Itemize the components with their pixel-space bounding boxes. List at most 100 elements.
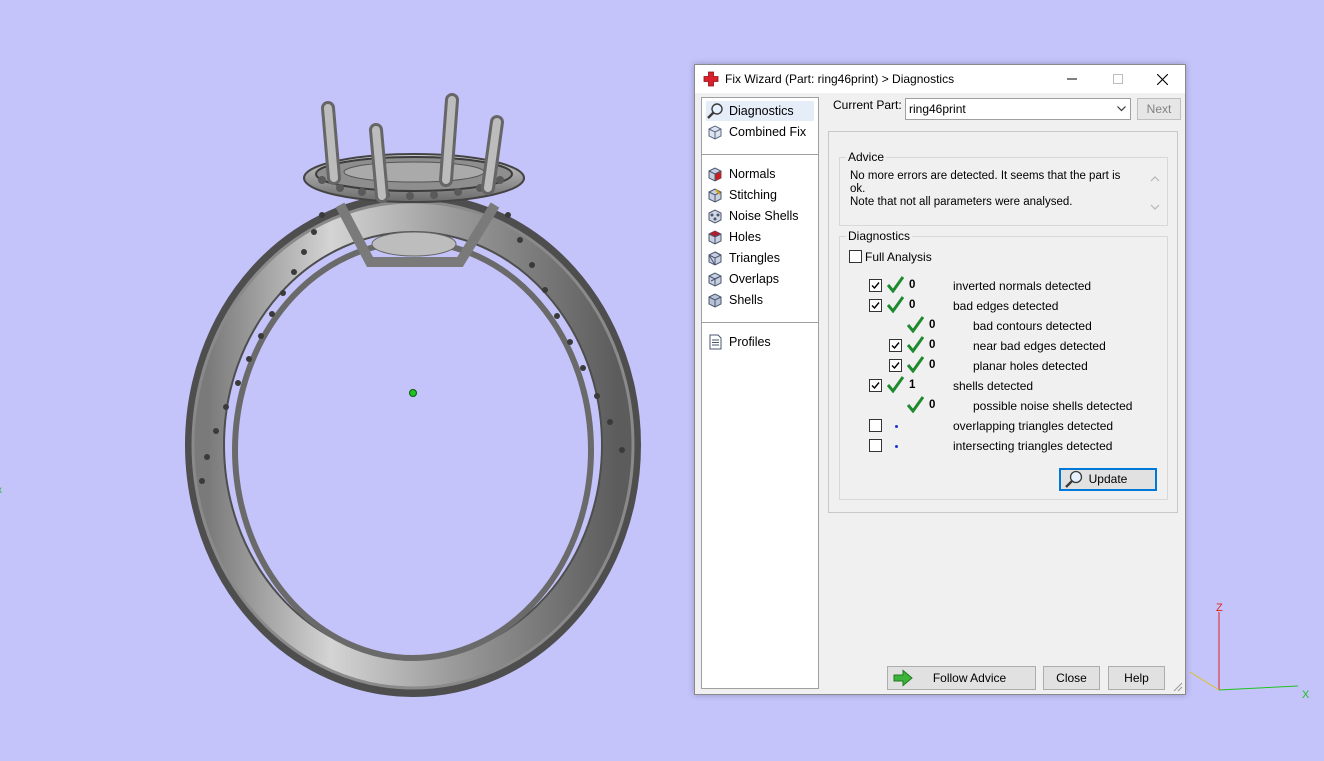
advice-line: No more errors are detected. It seems th… [850,170,1121,195]
nav-item-label: Triangles [729,251,780,265]
shells-checkbox[interactable] [869,379,882,392]
near-bad-edges-checkbox[interactable] [889,339,902,352]
shells-count: 1 [909,379,916,391]
checkmark-icon [871,382,880,390]
nav-item-label: Noise Shells [729,209,799,223]
full-analysis-label: Full Analysis [865,250,932,264]
planar-holes-count: 0 [929,359,936,371]
overlapping-triangles-checkbox[interactable] [869,419,882,432]
current-part-label: Current Part: [833,98,902,112]
checkmark-icon [871,282,880,290]
maximize-button[interactable] [1095,65,1141,93]
green-check-icon [887,376,904,393]
close-window-button[interactable] [1139,65,1185,93]
nav-item-holes[interactable]: Holes [706,227,761,247]
nav-item-profiles[interactable]: Profiles [706,332,771,352]
axis-z-label: Z [1216,602,1223,614]
nav-item-overlaps[interactable]: Overlaps [706,269,779,289]
checkmark-icon [871,302,880,310]
close-icon [1156,73,1168,85]
nav-item-normals[interactable]: Normals [706,164,776,184]
current-part-value: ring46print [909,102,966,116]
triangles-cube-icon [708,251,722,266]
pending-dot-icon [895,425,898,428]
minimize-icon [1067,78,1077,80]
nav-item-label: Profiles [729,335,771,349]
bad-edges-label: bad edges detected [953,299,1059,313]
help-button[interactable]: Help [1108,666,1165,690]
pending-dot-icon [895,445,898,448]
magnifier-icon [707,103,723,119]
axis-edge-mark: x [0,485,2,496]
advice-group: Advice No more errors are detected. It s… [839,150,1168,226]
diagnostics-title: Diagnostics [846,229,913,243]
diagnostics-panel: Advice No more errors are detected. It s… [828,131,1178,513]
near-bad-edges-count: 0 [929,339,936,351]
full-analysis-checkbox[interactable] [849,250,862,263]
fix-wizard-dialog: Fix Wizard (Part: ring46print) > Diagnos… [694,64,1186,695]
shells-label: shells detected [953,379,1034,393]
nav-item-label: Holes [729,230,761,244]
stitching-cube-icon [708,188,722,203]
checkmark-icon [891,342,900,350]
dialog-title: Fix Wizard (Part: ring46print) > Diagnos… [725,72,955,86]
inverted-normals-checkbox[interactable] [869,279,882,292]
checkmark-icon [891,362,900,370]
next-button[interactable]: Next [1137,98,1181,120]
nav-item-label: Normals [729,167,776,181]
green-check-icon [907,336,924,353]
bad-contours-count: 0 [929,319,936,331]
nav-item-shells[interactable]: Shells [706,290,763,310]
nav-item-combined-fix[interactable]: Combined Fix [706,122,806,142]
minimize-button[interactable] [1049,65,1095,93]
bad-contours-label: bad contours detected [973,319,1092,333]
holes-cube-icon [708,230,722,245]
intersecting-triangles-checkbox[interactable] [869,439,882,452]
follow-advice-button[interactable]: Follow Advice [887,666,1036,690]
advice-line: Note that not all parameters were analys… [850,196,1073,208]
advice-scrollbar[interactable] [1147,170,1163,216]
nav-item-stitching[interactable]: Stitching [706,185,777,205]
near-bad-edges-label: near bad edges detected [973,339,1106,353]
close-button[interactable]: Close [1043,666,1100,690]
bad-edges-checkbox[interactable] [869,299,882,312]
green-check-icon [907,316,924,333]
nav-item-label: Combined Fix [729,125,807,139]
nav-item-label: Shells [729,293,764,307]
overlapping-triangles-label: overlapping triangles detected [953,419,1114,433]
axes-indicator: Z X [1189,602,1310,701]
resize-grip-icon[interactable] [1173,682,1183,692]
inverted-normals-count: 0 [909,279,916,291]
green-check-icon [887,296,904,313]
nav-item-noise-shells[interactable]: Noise Shells [706,206,798,226]
nav-item-diagnostics[interactable]: Diagnostics [706,101,814,121]
bad-edges-count: 0 [909,299,916,311]
advice-title: Advice [846,150,887,164]
nav-separator [702,154,818,155]
advice-text: No more errors are detected. It seems th… [850,170,1135,209]
planar-holes-checkbox[interactable] [889,359,902,372]
green-check-icon [907,356,924,373]
diagnostics-group: Diagnostics Full Analysis 0 inverted nor… [839,229,1168,500]
noise-shells-count: 0 [929,399,936,411]
current-part-select[interactable]: ring46print [905,98,1131,120]
rotation-center-marker [409,389,417,397]
maximize-icon [1113,74,1123,84]
title-bar[interactable]: Fix Wizard (Part: ring46print) > Diagnos… [695,65,1185,93]
noise-shells-label: possible noise shells detected [973,399,1133,413]
noise-shells-icon [708,209,722,224]
nav-item-label: Diagnostics [729,104,794,118]
green-check-icon [887,276,904,293]
update-button[interactable]: Update [1059,468,1157,491]
nav-item-label: Stitching [729,188,777,202]
nav-item-label: Overlaps [729,272,780,286]
normals-cube-icon [708,167,722,182]
nav-separator [702,322,818,323]
intersecting-triangles-label: intersecting triangles detected [953,439,1113,453]
follow-advice-label: Follow Advice [932,671,1007,685]
nav-item-triangles[interactable]: Triangles [706,248,780,268]
shells-cube-icon [708,293,722,308]
document-icon [709,334,722,350]
update-label: Update [1088,472,1128,486]
cube-wire-icon [708,125,722,140]
